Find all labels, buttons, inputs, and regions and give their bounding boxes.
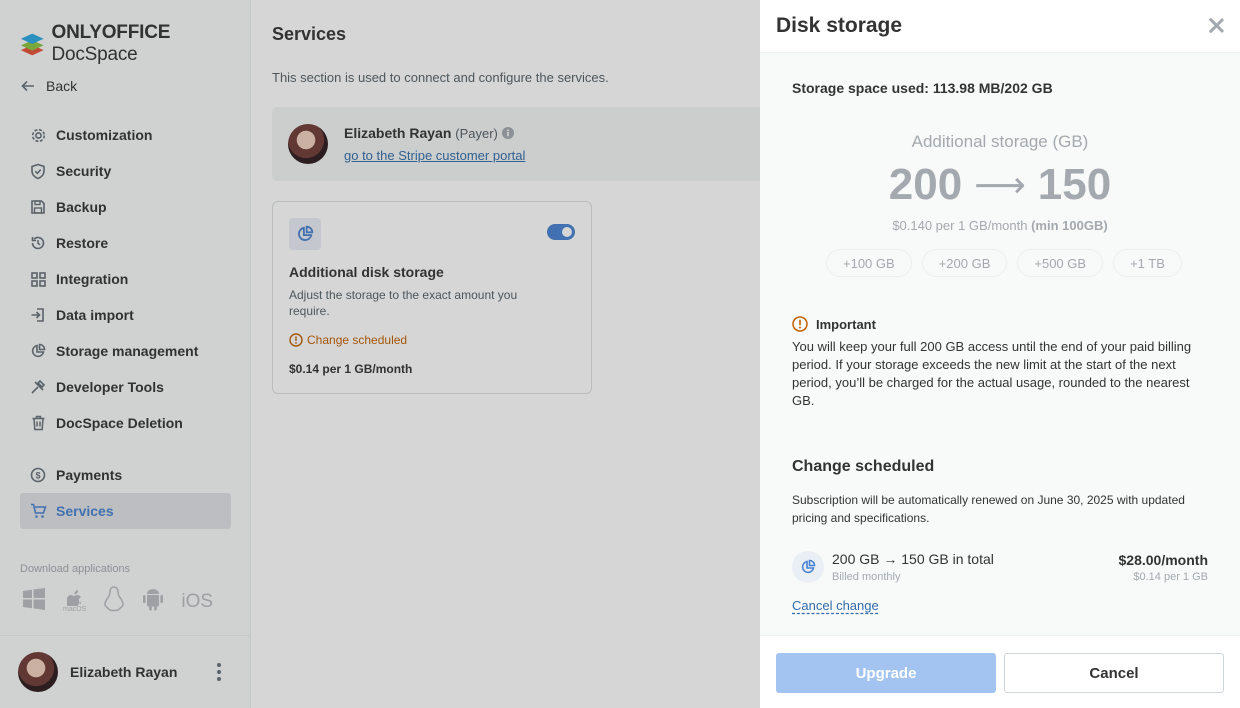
scheduled-change-row: 200 GB → 150 GB in total Billed monthly …	[792, 549, 1208, 589]
change-price: $28.00/month	[1118, 552, 1208, 568]
cancel-button[interactable]: Cancel	[1004, 653, 1224, 693]
important-heading: Important	[792, 316, 876, 332]
panel-header: Disk storage	[760, 0, 1240, 53]
storage-used: Storage space used: 113.98 MB/202 GB	[792, 80, 1053, 96]
storage-change-value: 200 ⟶ 150	[760, 160, 1240, 210]
to-value: 150	[1037, 160, 1112, 209]
preset-200gb-button[interactable]: +200 GB	[921, 249, 1008, 277]
additional-storage-label: Additional storage (GB)	[911, 132, 1089, 151]
preset-100gb-button[interactable]: +100 GB	[826, 249, 912, 277]
change-summary: 200 GB → 150 GB in total	[832, 551, 994, 567]
billing-period: Billed monthly	[832, 571, 901, 583]
change-unit-price: $0.14 per 1 GB	[1133, 571, 1208, 583]
storage-rate: $0.140 per 1 GB/month (min 100GB)	[892, 218, 1108, 233]
pie-chart-icon	[792, 551, 824, 583]
arrow-right-icon: ⟶	[974, 164, 1026, 205]
change-scheduled-title: Change scheduled	[792, 458, 935, 475]
cancel-change-link[interactable]: Cancel change	[792, 598, 879, 613]
disk-storage-panel: Disk storage Storage space used: 113.98 …	[760, 0, 1240, 708]
panel-body: Storage space used: 113.98 MB/202 GB Add…	[760, 53, 1240, 635]
preset-500gb-button[interactable]: +500 GB	[1017, 249, 1104, 277]
warning-icon	[792, 316, 808, 332]
close-icon[interactable]	[1208, 17, 1224, 33]
storage-presets: +100 GB +200 GB +500 GB +1 TB	[826, 249, 1182, 277]
upgrade-button[interactable]: Upgrade	[776, 653, 996, 693]
change-scheduled-description: Subscription will be automatically renew…	[792, 493, 1185, 525]
panel-title: Disk storage	[776, 14, 903, 37]
preset-1tb-button[interactable]: +1 TB	[1113, 249, 1182, 277]
modal-backdrop[interactable]	[0, 0, 760, 708]
important-text: You will keep your full 200 GB access un…	[792, 339, 1192, 408]
min-storage: (min 100GB)	[1031, 218, 1108, 233]
from-value: 200	[888, 160, 963, 209]
panel-footer: Upgrade Cancel	[760, 635, 1240, 708]
